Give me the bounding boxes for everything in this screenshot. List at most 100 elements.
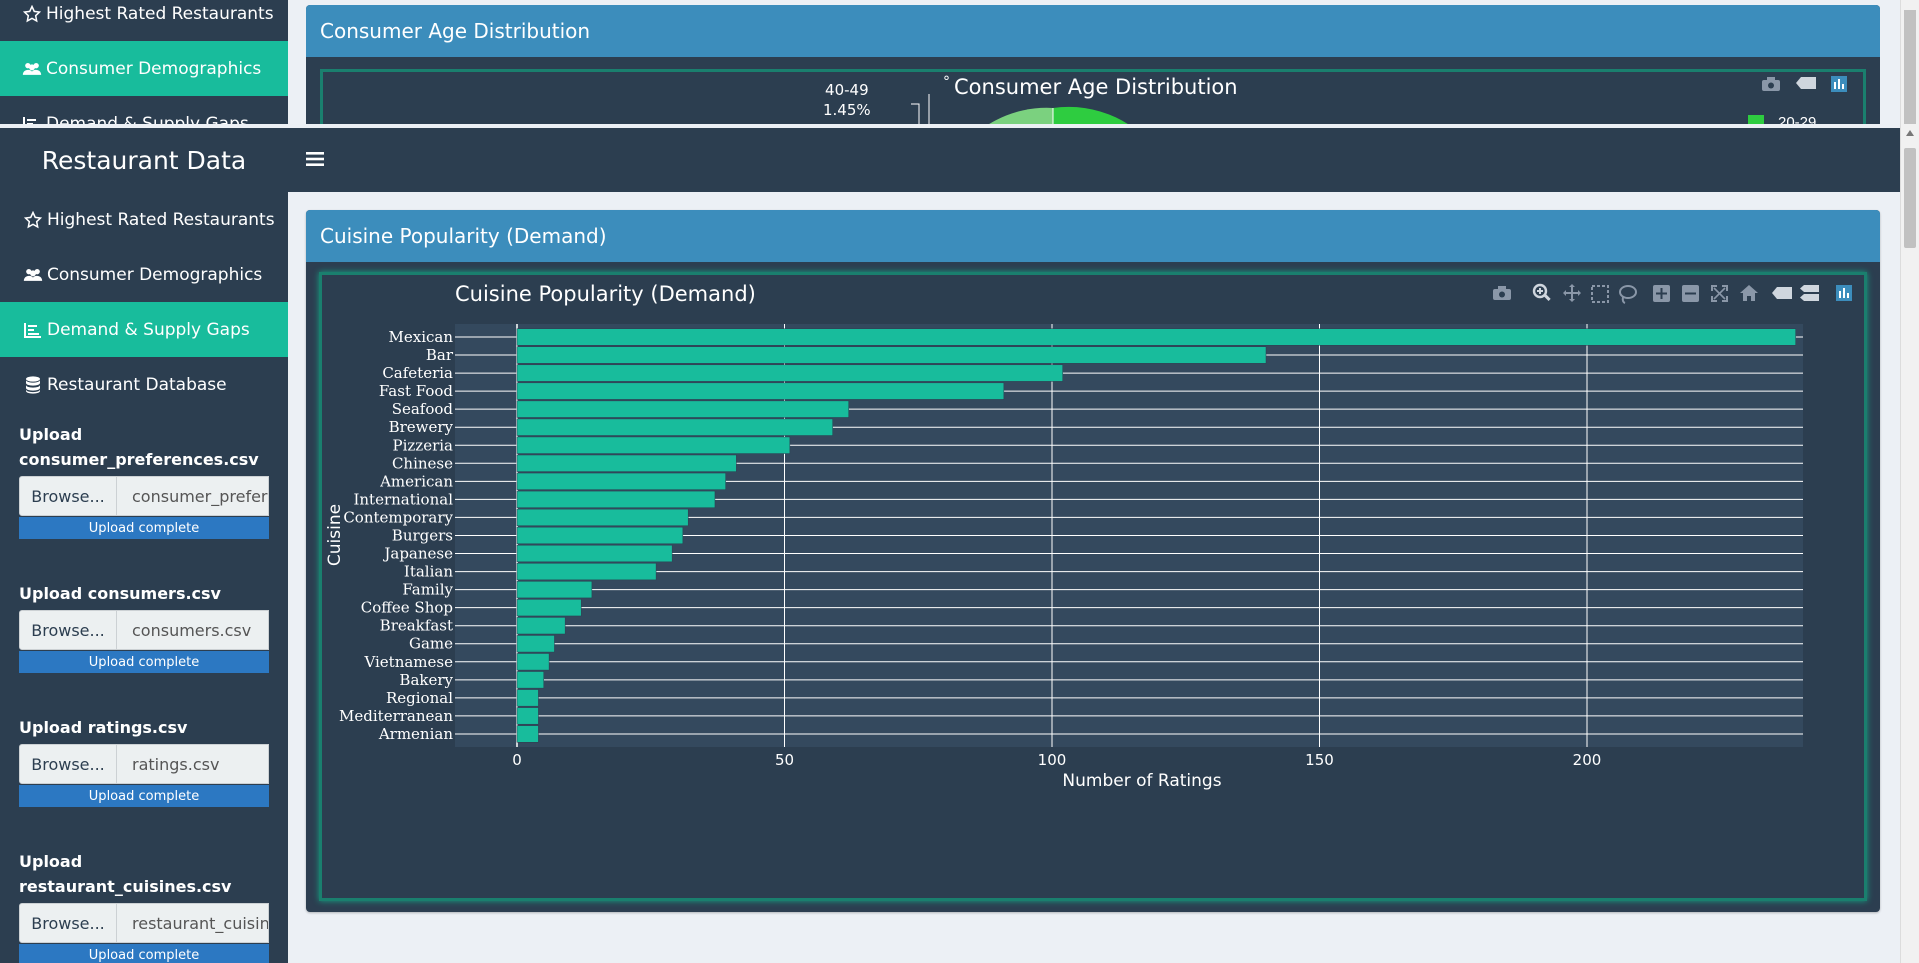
- y-tick-label: Burgers: [392, 526, 453, 544]
- bar-chart-icon: [22, 320, 44, 340]
- sidebar-item-restaurant-database[interactable]: Restaurant Database: [0, 357, 288, 412]
- bar-pizzeria[interactable]: [516, 436, 791, 454]
- camera-icon[interactable]: [1761, 76, 1781, 92]
- age-legend-item[interactable]: 20-29: [1748, 114, 1816, 124]
- bar-game[interactable]: [516, 635, 555, 653]
- upload-label: Upload ratings.csv: [19, 718, 188, 737]
- x-tick-label: 50: [775, 751, 794, 769]
- users-icon: [22, 265, 44, 285]
- bar-armenian[interactable]: [516, 725, 539, 743]
- pie-slice-label: 40-49 1.45%: [823, 80, 871, 120]
- browse-button[interactable]: Browse...: [19, 476, 117, 516]
- bar-bar[interactable]: [516, 346, 1267, 364]
- bar-brewery[interactable]: [516, 418, 833, 436]
- background-sidebar: Highest Rated Restaurants Consumer Demog…: [0, 0, 288, 124]
- plot-title-marker-icon: °: [943, 74, 950, 90]
- background-page: Highest Rated Restaurants Consumer Demog…: [0, 0, 1919, 124]
- main-page: Restaurant Data Highest Rated Restaurant…: [0, 124, 1919, 963]
- file-input: Browse... consumer_preferences.csv: [19, 476, 269, 516]
- bar-vietnamese[interactable]: [516, 653, 550, 671]
- page-scrollbar[interactable]: [1900, 124, 1919, 963]
- browse-button[interactable]: Browse...: [19, 903, 117, 943]
- y-tick-label: Chinese: [392, 454, 453, 472]
- bg-sidebar-item-consumer-demographics[interactable]: Consumer Demographics: [0, 41, 288, 96]
- sidebar: Highest Rated Restaurants Consumer Demog…: [0, 192, 288, 963]
- browse-button[interactable]: Browse...: [19, 610, 117, 650]
- file-name-field[interactable]: restaurant_cuisines.csv: [117, 903, 269, 943]
- file-input: Browse... ratings.csv: [19, 744, 269, 784]
- sidebar-item-highest-rated[interactable]: Highest Rated Restaurants: [0, 192, 288, 247]
- file-input: Browse... restaurant_cuisines.csv: [19, 903, 269, 943]
- bar-mexican[interactable]: [516, 328, 1796, 346]
- file-input: Browse... consumers.csv: [19, 610, 269, 650]
- y-tick-label: Japanese: [382, 545, 453, 563]
- bar-japanese[interactable]: [516, 544, 673, 563]
- bar-breakfast[interactable]: [516, 617, 566, 635]
- plotly-logo-icon[interactable]: [1836, 285, 1852, 301]
- upload-ratings: Upload ratings.csv Browse... ratings.csv…: [0, 673, 288, 807]
- zoom-in-icon[interactable]: [1653, 285, 1670, 302]
- star-icon: [22, 210, 44, 230]
- upload-restaurant-cuisines: Upload restaurant_cuisines.csv Browse...…: [0, 807, 288, 963]
- legend-label: 20-29: [1778, 114, 1817, 124]
- sidebar-item-label: Restaurant Database: [47, 374, 227, 395]
- bar-burgers[interactable]: [516, 526, 684, 545]
- y-tick-label: Pizzeria: [393, 436, 454, 454]
- file-name-field[interactable]: consumers.csv: [117, 610, 269, 650]
- background-scroll-thumb[interactable]: [1904, 10, 1916, 124]
- app-brand: Restaurant Data: [41, 145, 247, 175]
- plotly-logo-icon[interactable]: [1831, 76, 1847, 92]
- x-tick-label: 150: [1305, 751, 1334, 769]
- bar-american[interactable]: [516, 472, 726, 490]
- bar-chart-icon: [22, 115, 42, 124]
- cuisine-popularity-box: Cuisine Popularity (Demand) 0 50 100 150 200…: [306, 210, 1880, 912]
- pie-slice: [989, 107, 1053, 124]
- bar-bakery[interactable]: [516, 671, 544, 689]
- bar-regional[interactable]: [516, 689, 539, 707]
- plot-frame: 0 50 100 150 200 Mexican Bar Cafeteria Fast Food…: [319, 272, 1867, 901]
- bar-international[interactable]: [516, 490, 716, 508]
- users-icon: [22, 60, 42, 78]
- bg-sidebar-item-demand-supply[interactable]: Demand & Supply Gaps: [0, 96, 288, 124]
- sidebar-item-demand-supply-gaps[interactable]: Demand & Supply Gaps: [0, 302, 288, 357]
- y-tick-label: Mexican: [389, 328, 454, 346]
- scroll-up-arrow-icon[interactable]: [1906, 130, 1914, 136]
- upload-consumer-preferences: Upload consumer_preferences.csv Browse..…: [0, 412, 288, 539]
- bar-family[interactable]: [516, 581, 593, 599]
- file-name-field[interactable]: consumer_preferences.csv: [117, 476, 269, 516]
- bar-contemporary[interactable]: [516, 508, 689, 526]
- background-modebar: [1761, 76, 1847, 92]
- background-box-header: Consumer Age Distribution: [306, 5, 1880, 57]
- sidebar-item-consumer-demographics[interactable]: Consumer Demographics: [0, 247, 288, 302]
- y-tick-label: American: [379, 472, 453, 490]
- y-tick-label: Vietnamese: [363, 653, 453, 671]
- bar-italian[interactable]: [516, 563, 657, 581]
- bar-cafeteria[interactable]: [516, 364, 1063, 382]
- bar-seafood[interactable]: [516, 400, 849, 418]
- bar-fast-food[interactable]: [516, 382, 1005, 400]
- scroll-thumb[interactable]: [1904, 148, 1916, 248]
- background-age-box: Consumer Age Distribution 40-49 1.45% ° C…: [306, 5, 1880, 124]
- cuisine-bar-chart[interactable]: 0 50 100 150 200 MexicanBarCafeteriaFast Food…: [322, 275, 1864, 898]
- pie-slice: [1053, 106, 1128, 124]
- bg-sidebar-item-label: Demand & Supply Gaps: [46, 113, 249, 125]
- y-tick-label: Brewery: [389, 418, 454, 436]
- background-plot-title: ° Consumer Age Distribution: [943, 74, 1238, 99]
- upload-consumers: Upload consumers.csv Browse... consumers…: [0, 539, 288, 673]
- zoom-out-icon[interactable]: [1682, 285, 1699, 302]
- background-scrollbar[interactable]: [1900, 0, 1919, 124]
- bar-mediterranean[interactable]: [516, 707, 539, 725]
- browse-button[interactable]: Browse...: [19, 744, 117, 784]
- y-tick-label: Mediterranean: [339, 707, 453, 725]
- y-tick-label: Coffee Shop: [361, 599, 453, 617]
- file-name-field[interactable]: ratings.csv: [117, 744, 269, 784]
- y-tick-label: Bar: [426, 346, 454, 364]
- bar-coffee-shop[interactable]: [516, 599, 582, 617]
- sidebar-item-label: Demand & Supply Gaps: [47, 319, 250, 340]
- background-age-plot: 40-49 1.45% ° Consumer Age Distribution 2…: [320, 69, 1866, 124]
- bar-chinese[interactable]: [516, 454, 737, 472]
- chart-title: Cuisine Popularity (Demand): [455, 282, 756, 306]
- tag-icon[interactable]: [1795, 76, 1817, 90]
- hamburger-icon[interactable]: [306, 146, 330, 174]
- bg-sidebar-item-highest-rated[interactable]: Highest Rated Restaurants: [0, 0, 288, 41]
